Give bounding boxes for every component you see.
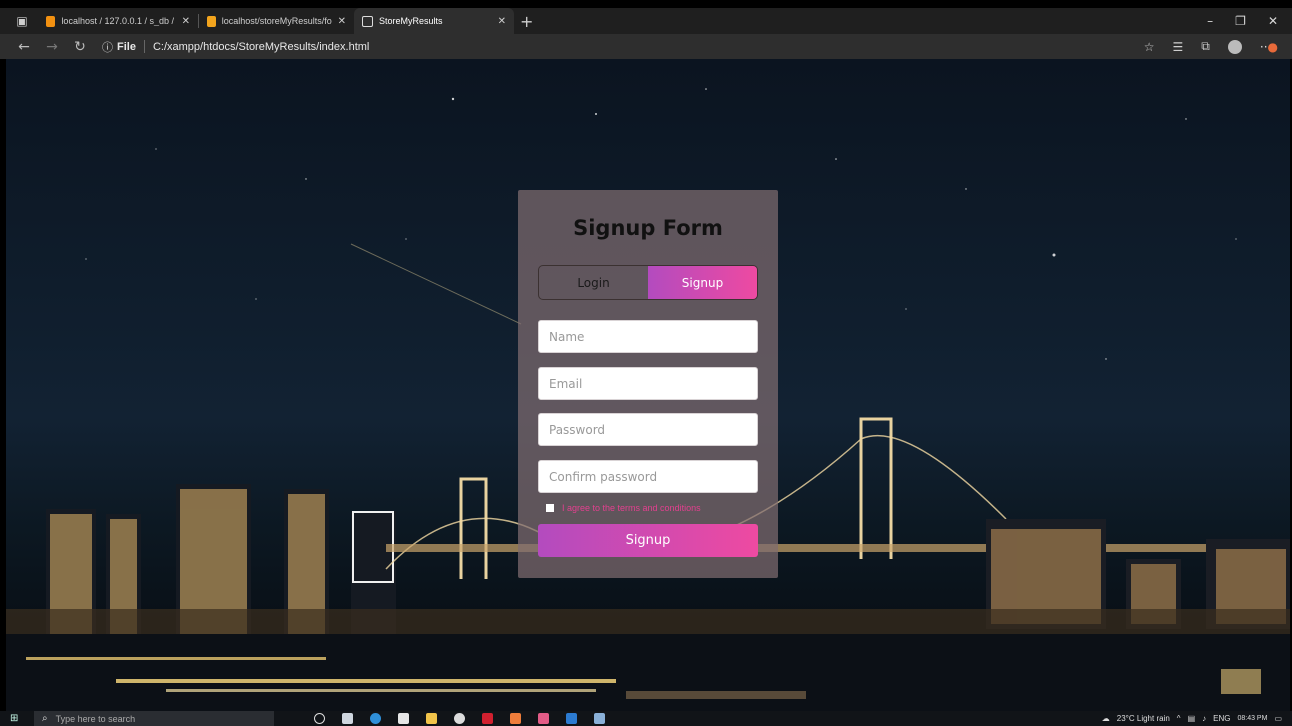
cortana-icon[interactable] [314, 713, 325, 724]
system-tray: ☁ 23°C Light rain ^ ▤ ♪ ENG 08:43 PM ▭ [1102, 714, 1292, 723]
terms-label[interactable]: I agree to the terms and conditions [562, 503, 701, 513]
vscode-icon[interactable] [566, 713, 577, 724]
close-tab-icon[interactable]: ✕ [498, 16, 506, 27]
refresh-icon[interactable]: ↻ [66, 39, 94, 55]
file-explorer-icon[interactable] [426, 713, 437, 724]
search-icon: ⌕ [42, 713, 48, 724]
signup-card: Signup Form Login Signup Name Email Pass… [518, 190, 778, 578]
pinned-apps [314, 713, 605, 724]
signup-submit-button[interactable]: Signup [538, 524, 758, 557]
close-tab-icon[interactable]: ✕ [182, 16, 190, 27]
more-menu-icon[interactable]: ··● [1260, 40, 1278, 54]
weather-text[interactable]: 23°C Light rain [1117, 714, 1170, 723]
tab-title: localhost/storeMyResults/form.php [221, 16, 332, 26]
browser-tools: ☆ ☰ ⧉ ··● [1144, 39, 1292, 54]
page-favicon-icon [207, 15, 216, 27]
taskbar-search[interactable]: ⌕ Type here to search [34, 711, 274, 726]
volume-icon[interactable]: ♪ [1202, 714, 1206, 723]
terms-row: I agree to the terms and conditions [546, 503, 701, 513]
url-text[interactable]: C:/xampp/htdocs/StoreMyResults/index.htm… [153, 41, 369, 53]
app-pink-icon[interactable] [538, 713, 549, 724]
login-signup-toggle: Login Signup [538, 265, 758, 300]
document-favicon-icon [362, 15, 373, 27]
forward-icon[interactable]: → [38, 39, 66, 55]
notifications-icon[interactable]: ▭ [1274, 714, 1282, 723]
minimize-icon[interactable]: – [1207, 14, 1213, 28]
app-orange-icon[interactable] [510, 713, 521, 724]
language-label[interactable]: ENG [1213, 714, 1230, 723]
signup-tab[interactable]: Signup [648, 266, 757, 299]
email-input[interactable]: Email [538, 367, 758, 400]
clock[interactable]: 08:43 PM [1237, 715, 1267, 723]
page-viewport: Signup Form Login Signup Name Email Pass… [6, 59, 1290, 711]
tab-phpmyadmin[interactable]: localhost / 127.0.0.1 / s_db / form ✕ [38, 8, 198, 34]
info-icon[interactable]: ⓘ [102, 39, 113, 55]
address-bar[interactable]: ⓘ File C:/xampp/htdocs/StoreMyResults/in… [102, 39, 369, 55]
tab-title: localhost / 127.0.0.1 / s_db / form [61, 16, 175, 26]
terms-checkbox[interactable] [546, 504, 554, 512]
network-icon[interactable]: ▤ [1188, 714, 1196, 723]
browser-tab-strip: ▣ localhost / 127.0.0.1 / s_db / form ✕ … [0, 8, 1292, 34]
collections-icon[interactable]: ⧉ [1201, 39, 1210, 54]
edge-icon[interactable] [370, 713, 381, 724]
address-divider [143, 40, 145, 53]
app-blue-icon[interactable] [594, 713, 605, 724]
address-toolbar: ← → ↻ ⓘ File C:/xampp/htdocs/StoreMyResu… [0, 34, 1292, 59]
scheme-label: File [117, 40, 136, 53]
login-tab[interactable]: Login [539, 266, 648, 299]
close-window-icon[interactable]: ✕ [1268, 14, 1278, 28]
windows-start-icon[interactable]: ⊞ [10, 713, 24, 724]
windows-taskbar: ⊞ ⌕ Type here to search ☁ 23°C Light rai… [0, 711, 1292, 726]
tab-title: StoreMyResults [379, 16, 443, 26]
window-controls: – ❐ ✕ [1207, 14, 1292, 28]
close-tab-icon[interactable]: ✕ [338, 16, 346, 27]
new-tab-button[interactable]: + [520, 12, 533, 31]
back-icon[interactable]: ← [10, 39, 38, 55]
password-input[interactable]: Password [538, 413, 758, 446]
xbox-icon[interactable] [454, 713, 465, 724]
phpmyadmin-favicon-icon [46, 15, 56, 27]
favorites-list-icon[interactable]: ☰ [1173, 40, 1184, 54]
tab-storemyresults[interactable]: StoreMyResults ✕ [354, 8, 514, 34]
name-input[interactable]: Name [538, 320, 758, 353]
profile-avatar-icon[interactable] [1227, 39, 1242, 54]
window-menu-icon[interactable]: ▣ [14, 13, 30, 29]
maximize-icon[interactable]: ❐ [1235, 14, 1246, 28]
confirm-password-input[interactable]: Confirm password [538, 460, 758, 493]
weather-icon[interactable]: ☁ [1102, 714, 1110, 723]
tray-chevron-icon[interactable]: ^ [1177, 714, 1181, 723]
tab-form-php[interactable]: localhost/storeMyResults/form.php ✕ [199, 8, 354, 34]
form-title: Signup Form [573, 216, 723, 240]
task-view-icon[interactable] [342, 713, 353, 724]
search-placeholder: Type here to search [55, 713, 136, 724]
favorite-star-icon[interactable]: ☆ [1144, 40, 1155, 54]
store-icon[interactable] [398, 713, 409, 724]
app-red-icon[interactable] [482, 713, 493, 724]
